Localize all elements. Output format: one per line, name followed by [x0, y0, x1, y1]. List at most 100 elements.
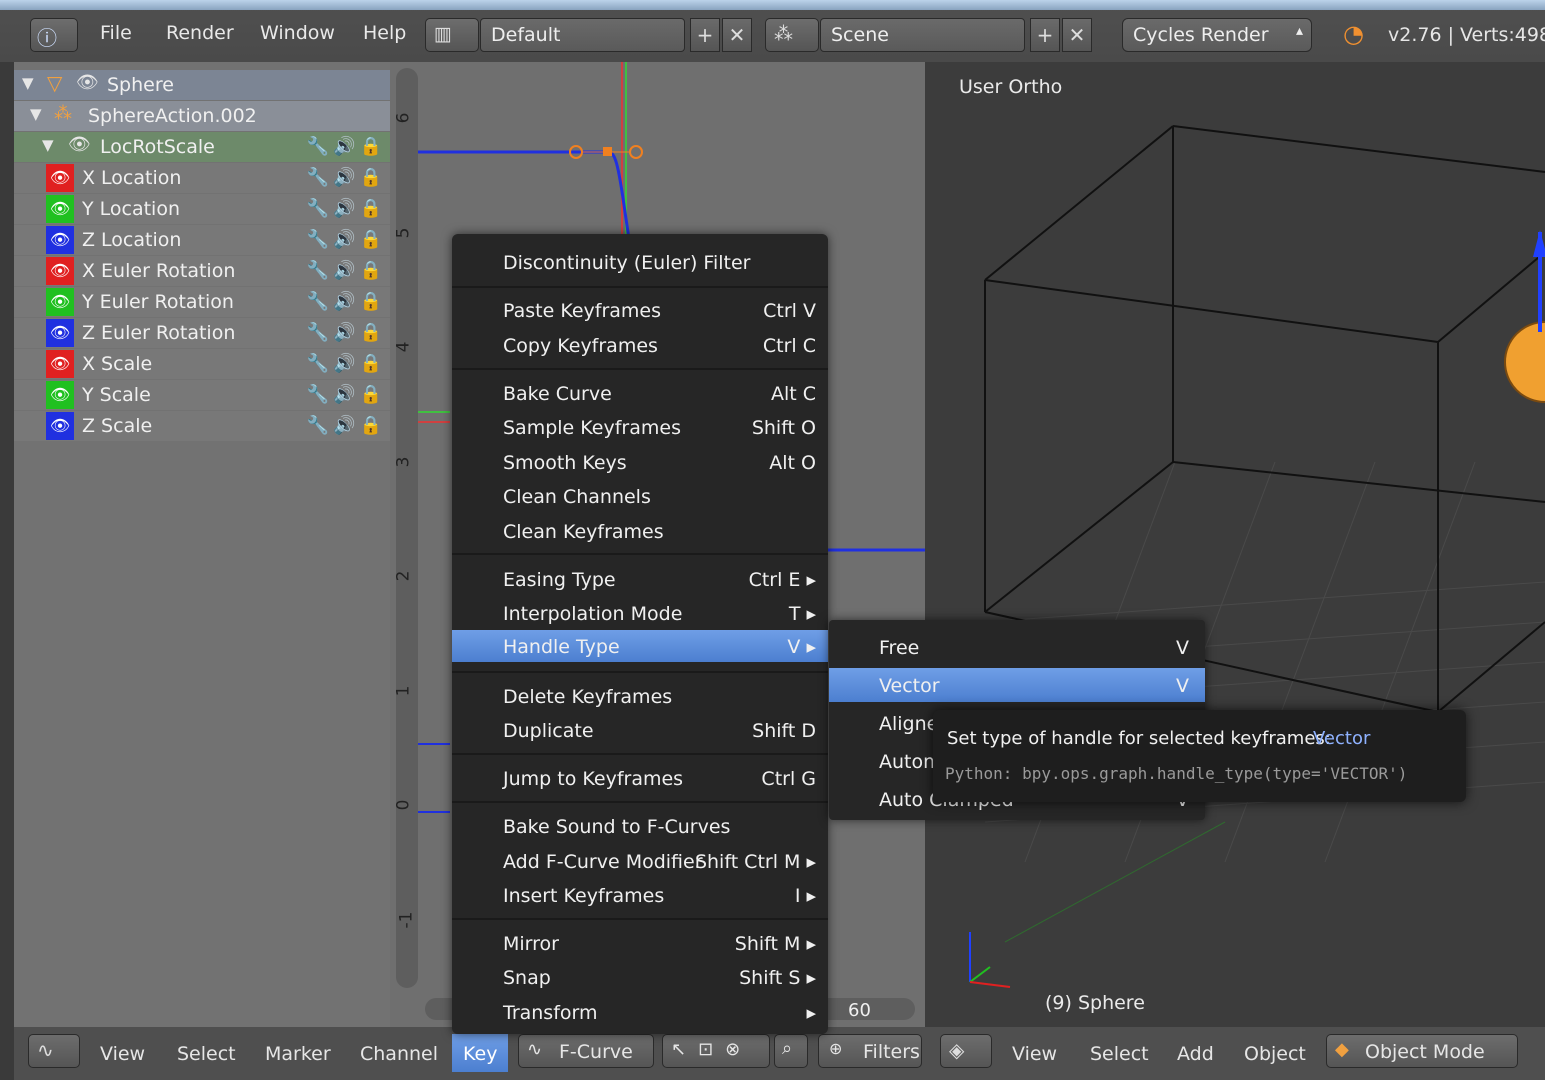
- menu-object-3d[interactable]: Object: [1244, 1043, 1306, 1065]
- eye-icon[interactable]: 👁: [46, 319, 74, 347]
- menu-item[interactable]: Duplicate Shift D: [452, 714, 828, 746]
- channel-action-row[interactable]: ▼ ⁂ SphereAction.002: [14, 101, 390, 131]
- eye-icon[interactable]: 👁: [46, 195, 74, 223]
- channel-tool-icons[interactable]: 🔧🔊🔒: [307, 167, 386, 188]
- info-editor-type-button[interactable]: ⓘ: [30, 18, 78, 52]
- channel-tool-icons[interactable]: 🔧🔊🔒: [307, 291, 386, 312]
- menu-marker[interactable]: Marker: [265, 1043, 331, 1065]
- channel-tool-icons[interactable]: 🔧🔊🔒: [307, 384, 386, 405]
- z-gizmo-arrowhead[interactable]: [1533, 230, 1545, 257]
- expand-triangle-icon[interactable]: ▼: [42, 136, 54, 154]
- graph-mode-dropdown[interactable]: ∿ F-Curve: [518, 1034, 654, 1068]
- layout-selector-button[interactable]: ▥: [425, 18, 479, 52]
- menu-key-active[interactable]: Key: [452, 1034, 508, 1072]
- channel-fcurve-row[interactable]: 👁 X Scale 🔧🔊🔒: [14, 349, 390, 379]
- channel-object-row[interactable]: ▼ ▽ 👁 Sphere: [14, 70, 390, 100]
- eye-icon[interactable]: 👁: [46, 226, 74, 254]
- menu-item[interactable]: Snap Shift S ▸: [452, 961, 828, 993]
- menu-add-3d[interactable]: Add: [1177, 1043, 1214, 1065]
- object-mode-icon: ◆: [1335, 1039, 1349, 1060]
- menu-item[interactable]: Handle Type V ▸: [452, 630, 828, 662]
- menu-item[interactable]: Jump to Keyframes Ctrl G: [452, 762, 828, 794]
- menu-window[interactable]: Window: [260, 22, 335, 44]
- menu-separator: [452, 286, 828, 288]
- menu-item[interactable]: Easing Type Ctrl E ▸: [452, 563, 828, 595]
- menu-select-3d[interactable]: Select: [1090, 1043, 1149, 1065]
- menu-item[interactable]: Insert Keyframes I ▸: [452, 879, 828, 911]
- channel-tool-icons[interactable]: 🔧🔊🔒: [307, 229, 386, 250]
- channel-fcurve-row[interactable]: 👁 Z Euler Rotation 🔧🔊🔒: [14, 318, 390, 348]
- menu-channel[interactable]: Channel: [360, 1043, 438, 1065]
- menu-view-3d[interactable]: View: [1012, 1043, 1057, 1065]
- remove-layout-button[interactable]: ✕: [722, 18, 752, 52]
- add-scene-button[interactable]: +: [1030, 18, 1060, 52]
- editor-type-button[interactable]: ∿: [28, 1034, 80, 1068]
- submenu-item[interactable]: Vector V: [829, 668, 1205, 702]
- menu-render[interactable]: Render: [166, 22, 234, 44]
- vertical-scrollbar[interactable]: [396, 68, 418, 988]
- cursor-ghost-icon[interactable]: ↖⊡⊗: [671, 1039, 752, 1060]
- menu-item[interactable]: Paste Keyframes Ctrl V: [452, 294, 828, 326]
- search-filter-button[interactable]: ⌕: [774, 1034, 808, 1068]
- menu-file[interactable]: File: [100, 22, 132, 44]
- eye-icon[interactable]: 👁: [46, 257, 74, 285]
- 3d-viewport[interactable]: User Ortho (9) Sphere: [925, 62, 1545, 1027]
- menu-item[interactable]: Clean Keyframes: [452, 515, 828, 547]
- channel-label: X Euler Rotation: [82, 260, 236, 282]
- eye-icon[interactable]: 👁: [46, 350, 74, 378]
- channel-tool-icons[interactable]: 🔧🔊🔒: [307, 198, 386, 219]
- mesh-object-icon: ▽: [47, 71, 63, 95]
- layout-name-field[interactable]: Default: [480, 18, 685, 52]
- menu-item[interactable]: Interpolation Mode T ▸: [452, 597, 828, 629]
- menu-item[interactable]: Copy Keyframes Ctrl C: [452, 329, 828, 361]
- add-layout-button[interactable]: +: [690, 18, 720, 52]
- menu-item[interactable]: Delete Keyframes: [452, 680, 828, 712]
- eye-icon[interactable]: 👁: [46, 288, 74, 316]
- eye-icon[interactable]: 👁: [46, 164, 74, 192]
- channel-fcurve-row[interactable]: 👁 Y Scale 🔧🔊🔒: [14, 380, 390, 410]
- menu-item[interactable]: Mirror Shift M ▸: [452, 927, 828, 959]
- channel-group-row[interactable]: ▼ 👁 LocRotScale 🔧🔊🔒: [14, 132, 390, 162]
- channel-fcurve-row[interactable]: 👁 Y Location 🔧🔊🔒: [14, 194, 390, 224]
- filters-dropdown[interactable]: ⊕ Filters: [818, 1034, 922, 1068]
- menu-view[interactable]: View: [100, 1043, 145, 1065]
- editor-type-button-3d[interactable]: ◈: [940, 1034, 992, 1068]
- menu-item[interactable]: Transform ▸: [452, 996, 828, 1028]
- channel-fcurve-row[interactable]: 👁 Y Euler Rotation 🔧🔊🔒: [14, 287, 390, 317]
- channel-fcurve-row[interactable]: 👁 Z Location 🔧🔊🔒: [14, 225, 390, 255]
- scene-name-field[interactable]: Scene: [820, 18, 1025, 52]
- eye-icon[interactable]: 👁: [46, 412, 74, 440]
- menu-separator: [452, 753, 828, 755]
- keyframe-handle[interactable]: [629, 145, 643, 159]
- menu-item[interactable]: Smooth Keys Alt O: [452, 446, 828, 478]
- menu-item[interactable]: Add F-Curve Modifier Shift Ctrl M ▸: [452, 845, 828, 877]
- channel-fcurve-row[interactable]: 👁 X Euler Rotation 🔧🔊🔒: [14, 256, 390, 286]
- channel-tool-icons[interactable]: 🔧🔊🔒: [307, 260, 386, 281]
- channel-tool-icons[interactable]: 🔧🔊🔒: [307, 415, 386, 436]
- menu-item[interactable]: Bake Curve Alt C: [452, 377, 828, 409]
- channel-fcurve-row[interactable]: 👁 X Location 🔧🔊🔒: [14, 163, 390, 193]
- expand-triangle-icon[interactable]: ▼: [30, 105, 42, 123]
- eye-icon[interactable]: 👁: [46, 381, 74, 409]
- render-engine-dropdown[interactable]: Cycles Render ▴: [1122, 18, 1312, 52]
- submenu-item[interactable]: Free V: [829, 630, 1205, 664]
- menu-item[interactable]: Discontinuity (Euler) Filter: [452, 246, 828, 278]
- interaction-mode-dropdown[interactable]: ◆ Object Mode: [1326, 1034, 1518, 1068]
- remove-scene-button[interactable]: ✕: [1062, 18, 1092, 52]
- view-toggle-buttons[interactable]: ↖⊡⊗: [662, 1034, 770, 1068]
- menu-select[interactable]: Select: [177, 1043, 236, 1065]
- expand-triangle-icon[interactable]: ▼: [22, 74, 34, 92]
- menu-item[interactable]: Bake Sound to F-Curves: [452, 810, 828, 842]
- menu-help[interactable]: Help: [363, 22, 406, 44]
- channel-tool-icons[interactable]: 🔧🔊🔒: [307, 353, 386, 374]
- eye-icon[interactable]: 👁: [68, 134, 91, 155]
- menu-item[interactable]: Clean Channels: [452, 480, 828, 512]
- channel-tool-icons[interactable]: 🔧🔊🔒: [307, 322, 386, 343]
- plus-icon: +: [696, 23, 714, 47]
- menu-item[interactable]: Sample Keyframes Shift O: [452, 411, 828, 443]
- scene-selector-button[interactable]: ⁂: [765, 18, 819, 52]
- sphere-object[interactable]: [1504, 321, 1545, 403]
- channel-tool-icons[interactable]: 🔧🔊🔒: [307, 136, 386, 157]
- eye-icon[interactable]: 👁: [76, 72, 99, 93]
- channel-fcurve-row[interactable]: 👁 Z Scale 🔧🔊🔒: [14, 411, 390, 441]
